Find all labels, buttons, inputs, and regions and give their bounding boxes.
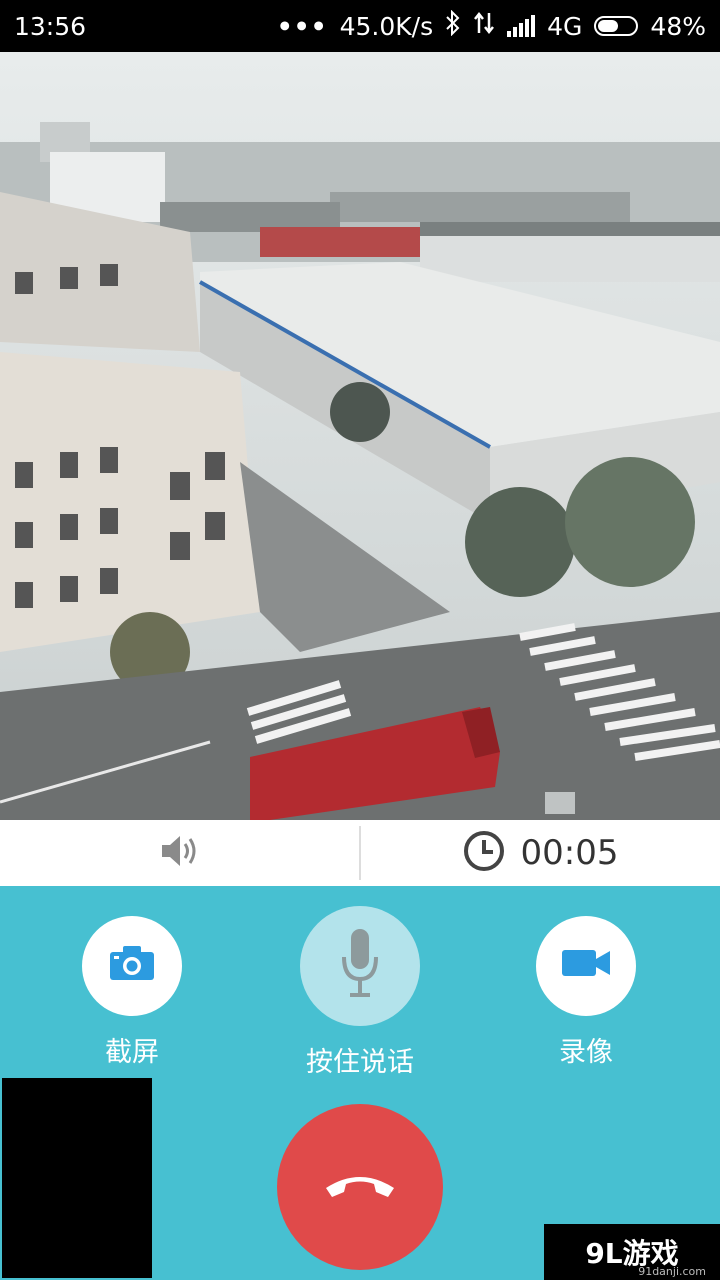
- watermark-sub: 91danji.com: [638, 1265, 706, 1278]
- record-button[interactable]: [536, 916, 636, 1016]
- network-speed: 45.0K/s: [339, 11, 434, 41]
- phone-hangup-icon: [322, 1170, 398, 1204]
- watermark-logo: 9L游戏 91danji.com: [544, 1224, 720, 1280]
- camera-icon: [108, 944, 156, 989]
- battery-icon: [594, 16, 639, 36]
- data-transfer-icon: [473, 11, 495, 41]
- video-camera-icon: [560, 947, 612, 986]
- remote-video-feed: [0, 52, 720, 820]
- microphone-icon: [340, 927, 380, 1006]
- screenshot-label: 截屏: [105, 1037, 159, 1068]
- status-bar: 13:56 ••• 45.0K/s 4G 48%: [0, 0, 720, 52]
- record-control[interactable]: 录像: [536, 916, 636, 1069]
- signal-icon: [507, 15, 536, 37]
- call-controls: 截屏 按住说话 录像 9L游戏 91danji.com: [0, 886, 720, 1280]
- status-dots: •••: [276, 11, 328, 41]
- battery-percent: 48%: [650, 11, 706, 41]
- speaker-icon[interactable]: [158, 831, 202, 875]
- bluetooth-icon: [445, 9, 461, 42]
- call-info-bar: 00:05: [0, 820, 720, 886]
- call-duration: 00:05: [520, 833, 619, 873]
- push-to-talk-button[interactable]: [300, 906, 420, 1026]
- status-time: 13:56: [14, 11, 87, 41]
- screenshot-control[interactable]: 截屏: [82, 916, 182, 1069]
- hangup-button[interactable]: [277, 1104, 443, 1270]
- network-type: 4G: [547, 11, 583, 41]
- push-to-talk-control[interactable]: 按住说话: [279, 906, 441, 1079]
- record-label: 录像: [559, 1037, 613, 1068]
- self-preview-video[interactable]: [2, 1078, 152, 1278]
- screenshot-button[interactable]: [82, 916, 182, 1016]
- push-to-talk-label: 按住说话: [306, 1047, 414, 1078]
- clock-icon: [463, 830, 505, 876]
